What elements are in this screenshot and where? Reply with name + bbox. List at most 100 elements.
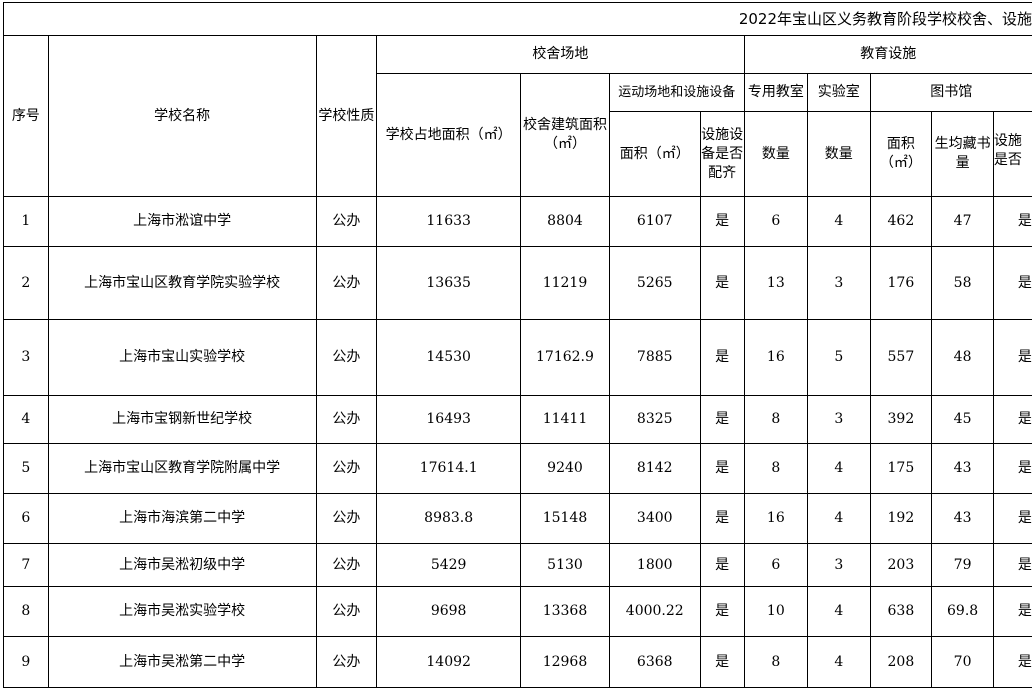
cell-sports-equipped: 是 (699, 586, 745, 637)
cell-sports-equipped: 是 (699, 493, 745, 544)
cell-seq: 1 (3, 196, 49, 247)
header-special-count: 数量 (743, 111, 809, 197)
cell-seq: 4 (3, 395, 49, 444)
cell-seq: 9 (3, 636, 49, 688)
cell-lib-books: 58 (931, 246, 994, 320)
cell-sports-area: 6107 (608, 196, 701, 247)
cell-lib-area: 203 (869, 543, 933, 587)
table-row: 4 上海市宝钢新世纪学校 公办 16493 11411 8325 是 8 3 3… (3, 395, 1032, 444)
table-row: 2 上海市宝山区教育学院实验学校 公办 13635 11219 5265 是 1… (3, 246, 1032, 320)
cell-lib-area: 392 (869, 395, 933, 444)
cell-school-type: 公办 (315, 319, 378, 396)
cell-special-count: 13 (743, 246, 809, 320)
header-lab-count: 数量 (807, 111, 871, 197)
cell-sports-equipped: 是 (699, 319, 745, 396)
cell-lab-count: 4 (807, 493, 871, 544)
cell-school-name: 上海市吴淞第二中学 (47, 636, 317, 688)
header-lib-area: 面积（㎡） (869, 111, 933, 197)
cell-lib-books: 45 (931, 395, 994, 444)
cell-special-count: 16 (743, 319, 809, 396)
cell-school-name: 上海市吴淞初级中学 (47, 543, 317, 587)
cell-sports-equipped: 是 (699, 395, 745, 444)
cell-land-area: 16493 (376, 395, 522, 444)
table-row: 9 上海市吴淞第二中学 公办 14092 12968 6368 是 8 4 20… (3, 636, 1032, 688)
cell-lib-area: 462 (869, 196, 933, 247)
cell-building-area: 5130 (520, 543, 610, 587)
table-row: 7 上海市吴淞初级中学 公办 5429 5130 1800 是 6 3 203 … (3, 543, 1032, 587)
cell-seq: 7 (3, 543, 49, 587)
cell-sports-equipped: 是 (699, 443, 745, 494)
header-sports-equipped: 设施设备是否配齐 (699, 111, 745, 197)
cell-lib-equipped: 是 (992, 443, 1032, 494)
cell-building-area: 17162.9 (520, 319, 610, 396)
header-special-room: 专用教室 (743, 73, 809, 112)
header-land-area: 学校占地面积（㎡） (376, 73, 522, 197)
table-row: 6 上海市海滨第二中学 公办 8983.8 15148 3400 是 16 4 … (3, 493, 1032, 544)
cell-building-area: 11411 (520, 395, 610, 444)
cell-sports-area: 7885 (608, 319, 701, 396)
table-row: 1 上海市淞谊中学 公办 11633 8804 6107 是 6 4 462 4… (3, 196, 1032, 247)
cell-lib-area: 208 (869, 636, 933, 688)
cell-lib-equipped: 是 (992, 319, 1032, 396)
cell-land-area: 11633 (376, 196, 522, 247)
cell-lib-area: 176 (869, 246, 933, 320)
header-campus: 校舍场地 (376, 35, 745, 74)
cell-sports-area: 3400 (608, 493, 701, 544)
header-building-area: 校舍建筑面积（㎡） (520, 73, 610, 197)
cell-special-count: 10 (743, 586, 809, 637)
cell-lab-count: 4 (807, 443, 871, 494)
cell-building-area: 15148 (520, 493, 610, 544)
cell-sports-equipped: 是 (699, 543, 745, 587)
cell-school-type: 公办 (315, 395, 378, 444)
cell-school-name: 上海市宝钢新世纪学校 (47, 395, 317, 444)
cell-seq: 2 (3, 246, 49, 320)
cell-land-area: 14092 (376, 636, 522, 688)
cell-lib-books: 43 (931, 443, 994, 494)
cell-sports-equipped: 是 (699, 636, 745, 688)
cell-school-type: 公办 (315, 443, 378, 494)
cell-special-count: 8 (743, 443, 809, 494)
cell-lib-books: 43 (931, 493, 994, 544)
cell-school-name: 上海市宝山实验学校 (47, 319, 317, 396)
header-sports-area: 面积（㎡） (608, 111, 701, 197)
cell-school-type: 公办 (315, 543, 378, 587)
facilities-table: 2022年宝山区义务教育阶段学校校舍、设施 序号 学校名称 学校性质 校舍场地 … (3, 2, 1032, 688)
cell-lab-count: 3 (807, 543, 871, 587)
cell-special-count: 8 (743, 636, 809, 688)
cell-lab-count: 3 (807, 395, 871, 444)
cell-lab-count: 3 (807, 246, 871, 320)
header-lab: 实验室 (807, 73, 871, 112)
cell-lib-books: 48 (931, 319, 994, 396)
cell-seq: 6 (3, 493, 49, 544)
cell-land-area: 13635 (376, 246, 522, 320)
cell-special-count: 16 (743, 493, 809, 544)
cell-school-name: 上海市淞谊中学 (47, 196, 317, 247)
cell-special-count: 6 (743, 196, 809, 247)
cell-lib-equipped: 是 (992, 395, 1032, 444)
cell-school-type: 公办 (315, 493, 378, 544)
cell-building-area: 12968 (520, 636, 610, 688)
table-row: 3 上海市宝山实验学校 公办 14530 17162.9 7885 是 16 5… (3, 319, 1032, 396)
header-sports: 运动场地和设施设备 (608, 73, 745, 112)
cell-lab-count: 4 (807, 636, 871, 688)
cell-lib-area: 175 (869, 443, 933, 494)
cell-lab-count: 5 (807, 319, 871, 396)
cell-lib-equipped: 是 (992, 543, 1032, 587)
cell-land-area: 17614.1 (376, 443, 522, 494)
cell-lib-books: 69.8 (931, 586, 994, 637)
header-lib-equipped: 设施是否 (992, 111, 1032, 197)
cell-sports-area: 8325 (608, 395, 701, 444)
cell-school-type: 公办 (315, 196, 378, 247)
header-school-name: 学校名称 (47, 35, 317, 197)
cell-school-name: 上海市宝山区教育学院实验学校 (47, 246, 317, 320)
header-school-type: 学校性质 (315, 35, 378, 197)
cell-land-area: 14530 (376, 319, 522, 396)
cell-land-area: 8983.8 (376, 493, 522, 544)
cell-seq: 8 (3, 586, 49, 637)
cell-lib-equipped: 是 (992, 196, 1032, 247)
header-seq: 序号 (3, 35, 49, 197)
cell-school-type: 公办 (315, 586, 378, 637)
header-edu-facilities: 教育设施 (743, 35, 1032, 74)
table-title: 2022年宝山区义务教育阶段学校校舍、设施 (3, 2, 1032, 36)
cell-building-area: 9240 (520, 443, 610, 494)
